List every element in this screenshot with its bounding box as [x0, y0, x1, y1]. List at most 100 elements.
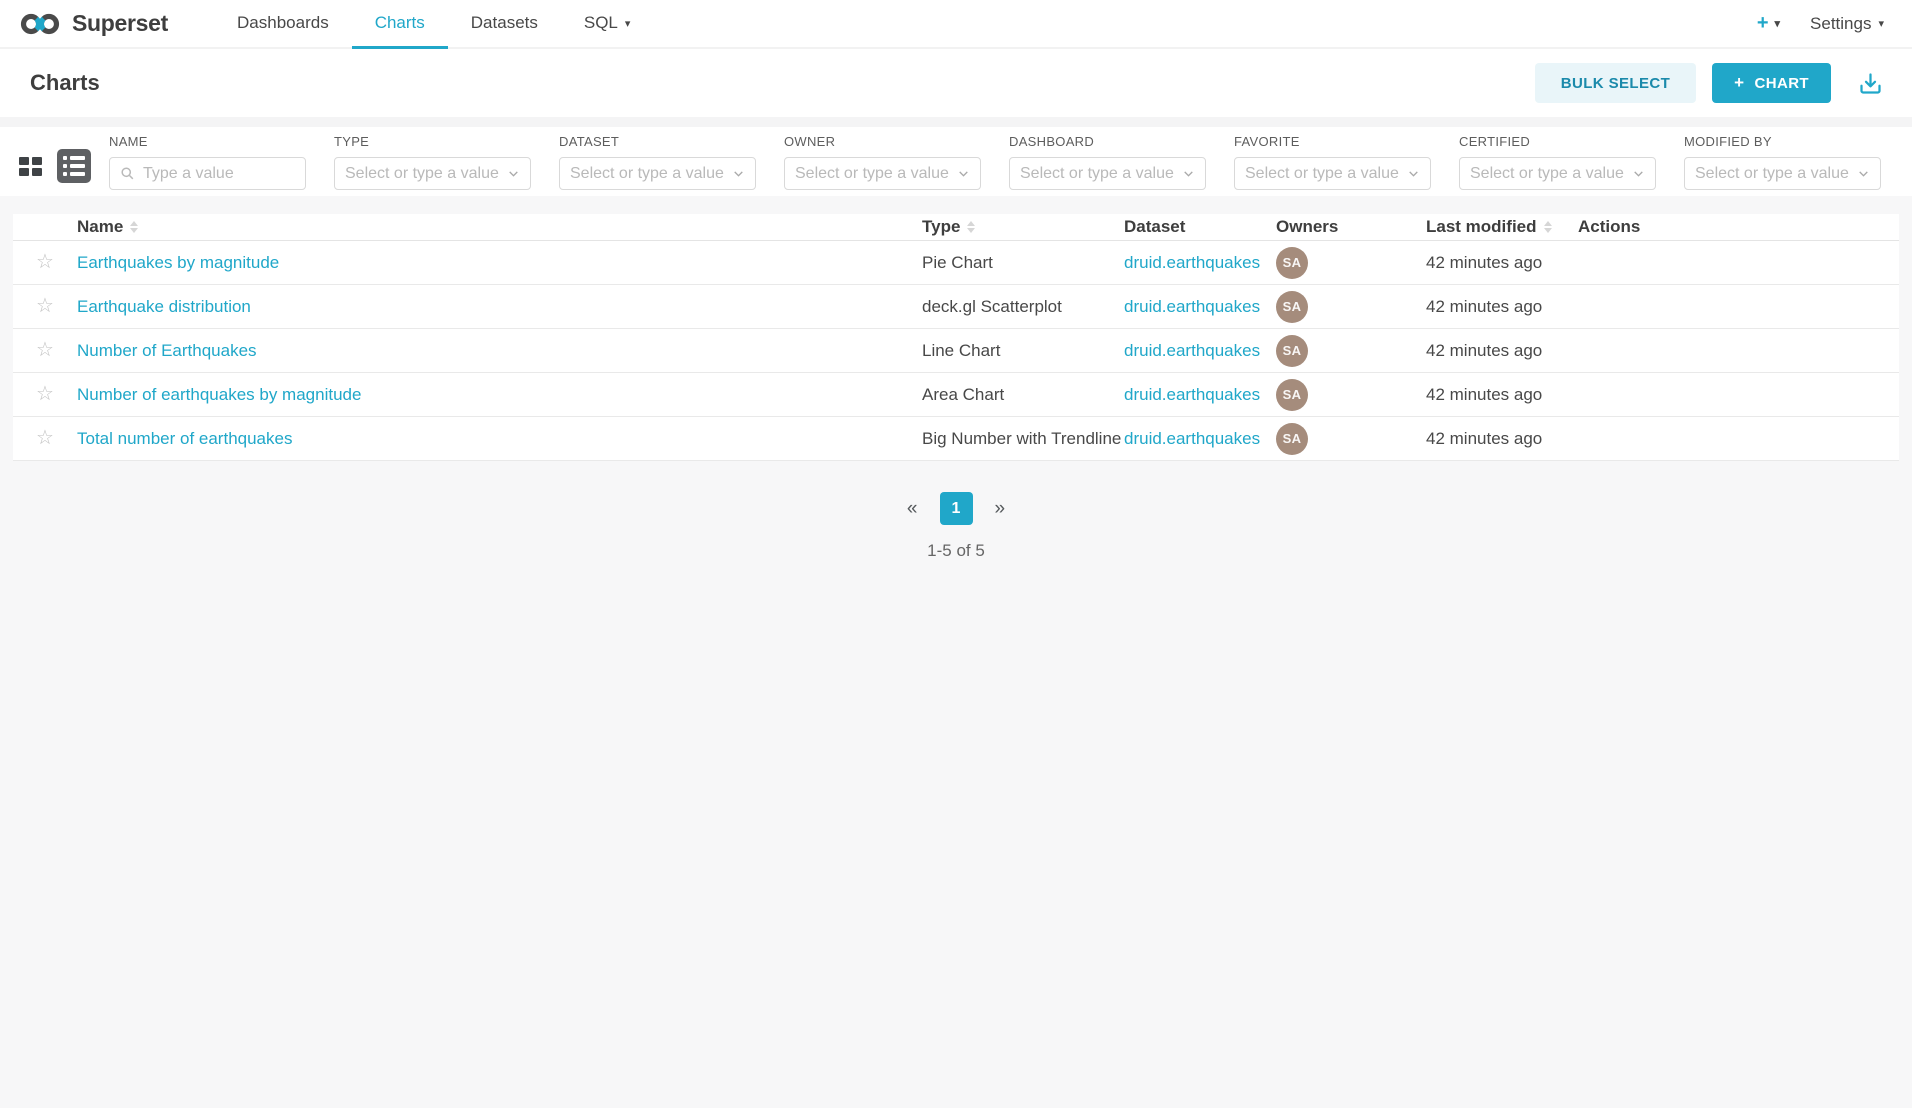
chart-name-link[interactable]: Number of Earthquakes [77, 341, 257, 360]
chevron-down-icon [957, 167, 970, 180]
filter-certified: CERTIFIED Select or type a value [1459, 134, 1656, 190]
search-icon [120, 166, 135, 181]
chart-name-link[interactable]: Earthquakes by magnitude [77, 253, 279, 272]
table-header-row: Name Type Dataset Owners Last modified A… [13, 214, 1899, 241]
nav-menu: Dashboards Charts Datasets SQL ▾ [214, 0, 653, 47]
certified-filter-select[interactable]: Select or type a value [1459, 157, 1656, 190]
chart-type: Line Chart [922, 341, 1124, 361]
dataset-link[interactable]: druid.earthquakes [1124, 385, 1260, 404]
caret-down-icon: ▾ [625, 17, 631, 30]
brand-name: Superset [72, 10, 168, 37]
last-modified: 42 minutes ago [1426, 253, 1578, 273]
chevron-down-icon [1632, 167, 1645, 180]
nav-item-sql[interactable]: SQL ▾ [561, 0, 654, 49]
sort-icon [967, 221, 975, 233]
chevron-down-icon [732, 167, 745, 180]
column-header-last-modified[interactable]: Last modified [1426, 217, 1578, 237]
chevron-down-icon [1857, 167, 1870, 180]
superset-logo[interactable]: Superset [18, 0, 168, 47]
card-view-icon[interactable] [17, 155, 44, 178]
settings-menu[interactable]: Settings ▾ [1810, 14, 1884, 34]
chart-type: Pie Chart [922, 253, 1124, 273]
owner-avatar: SA [1276, 247, 1308, 279]
filter-modified-by: MODIFIED BY Select or type a value [1684, 134, 1881, 190]
name-filter-input[interactable] [143, 165, 295, 183]
dataset-filter-select[interactable]: Select or type a value [559, 157, 756, 190]
charts-table: Name Type Dataset Owners Last modified A… [13, 214, 1899, 461]
nav-item-charts[interactable]: Charts [352, 0, 448, 49]
pagination-prev-button[interactable]: « [901, 494, 924, 524]
sort-icon [130, 221, 138, 233]
caret-down-icon: ▾ [1775, 17, 1781, 30]
header-actions: BULK SELECT + CHART [1535, 63, 1884, 103]
table-row: ☆ Number of earthquakes by magnitude Are… [13, 373, 1899, 417]
dataset-link[interactable]: druid.earthquakes [1124, 253, 1260, 272]
navbar-right: + ▾ Settings ▾ [1757, 0, 1884, 47]
new-item-button[interactable]: + ▾ [1757, 12, 1780, 35]
pagination-next-button[interactable]: » [989, 494, 1012, 524]
filter-favorite: FAVORITE Select or type a value [1234, 134, 1431, 190]
pagination-summary: 1-5 of 5 [0, 541, 1912, 561]
owner-avatar: SA [1276, 335, 1308, 367]
table-row: ☆ Number of Earthquakes Line Chart druid… [13, 329, 1899, 373]
type-filter-select[interactable]: Select or type a value [334, 157, 531, 190]
chevron-down-icon [1407, 167, 1420, 180]
owner-avatar: SA [1276, 379, 1308, 411]
export-charts-button[interactable] [1857, 70, 1884, 97]
filter-bar: NAME TYPE Select or type a value DATASET… [0, 127, 1912, 196]
owner-avatar: SA [1276, 423, 1308, 455]
caret-down-icon: ▾ [1878, 17, 1884, 30]
filter-name: NAME [109, 134, 306, 190]
export-download-icon [1857, 70, 1884, 97]
nav-item-dashboards[interactable]: Dashboards [214, 0, 352, 49]
nav-item-datasets[interactable]: Datasets [448, 0, 561, 49]
favorite-star-icon[interactable]: ☆ [36, 251, 54, 273]
filter-dashboard: DASHBOARD Select or type a value [1009, 134, 1206, 190]
favorite-filter-select[interactable]: Select or type a value [1234, 157, 1431, 190]
page-title: Charts [30, 70, 100, 96]
superset-infinity-icon [18, 10, 62, 38]
bulk-select-button[interactable]: BULK SELECT [1535, 63, 1696, 103]
last-modified: 42 minutes ago [1426, 297, 1578, 317]
add-chart-button[interactable]: + CHART [1712, 63, 1831, 103]
filter-dataset: DATASET Select or type a value [559, 134, 756, 190]
pagination: « 1 » [0, 492, 1912, 525]
last-modified: 42 minutes ago [1426, 341, 1578, 361]
favorite-star-icon[interactable]: ☆ [36, 295, 54, 317]
chart-name-link[interactable]: Number of earthquakes by magnitude [77, 385, 361, 404]
pagination-page-1[interactable]: 1 [940, 492, 973, 525]
chevron-down-icon [1182, 167, 1195, 180]
dataset-link[interactable]: druid.earthquakes [1124, 341, 1260, 360]
sort-icon [1544, 221, 1552, 233]
last-modified: 42 minutes ago [1426, 429, 1578, 449]
column-header-actions: Actions [1578, 217, 1899, 237]
chart-type: Big Number with Trendline [922, 429, 1124, 449]
owner-filter-select[interactable]: Select or type a value [784, 157, 981, 190]
table-row: ☆ Total number of earthquakes Big Number… [13, 417, 1899, 461]
chevron-down-icon [507, 167, 520, 180]
dataset-link[interactable]: druid.earthquakes [1124, 429, 1260, 448]
page-header: Charts BULK SELECT + CHART [0, 49, 1912, 117]
chart-name-link[interactable]: Total number of earthquakes [77, 429, 292, 448]
list-view-icon[interactable] [57, 149, 91, 183]
dataset-link[interactable]: druid.earthquakes [1124, 297, 1260, 316]
modified-by-filter-select[interactable]: Select or type a value [1684, 157, 1881, 190]
filter-owner: OWNER Select or type a value [784, 134, 981, 190]
favorite-star-icon[interactable]: ☆ [36, 383, 54, 405]
owner-avatar: SA [1276, 291, 1308, 323]
chart-type: Area Chart [922, 385, 1124, 405]
header-divider [0, 117, 1912, 127]
chart-name-link[interactable]: Earthquake distribution [77, 297, 251, 316]
column-header-name[interactable]: Name [77, 217, 922, 237]
favorite-star-icon[interactable]: ☆ [36, 427, 54, 449]
column-header-type[interactable]: Type [922, 217, 1124, 237]
table-row: ☆ Earthquake distribution deck.gl Scatte… [13, 285, 1899, 329]
favorite-star-icon[interactable]: ☆ [36, 339, 54, 361]
top-navbar: Superset Dashboards Charts Datasets SQL … [0, 0, 1912, 49]
filter-type: TYPE Select or type a value [334, 134, 531, 190]
column-header-owners: Owners [1276, 217, 1426, 237]
view-mode-toggles [17, 149, 91, 183]
column-header-dataset: Dataset [1124, 217, 1276, 237]
filter-fields: NAME TYPE Select or type a value DATASET… [109, 134, 1881, 190]
dashboard-filter-select[interactable]: Select or type a value [1009, 157, 1206, 190]
